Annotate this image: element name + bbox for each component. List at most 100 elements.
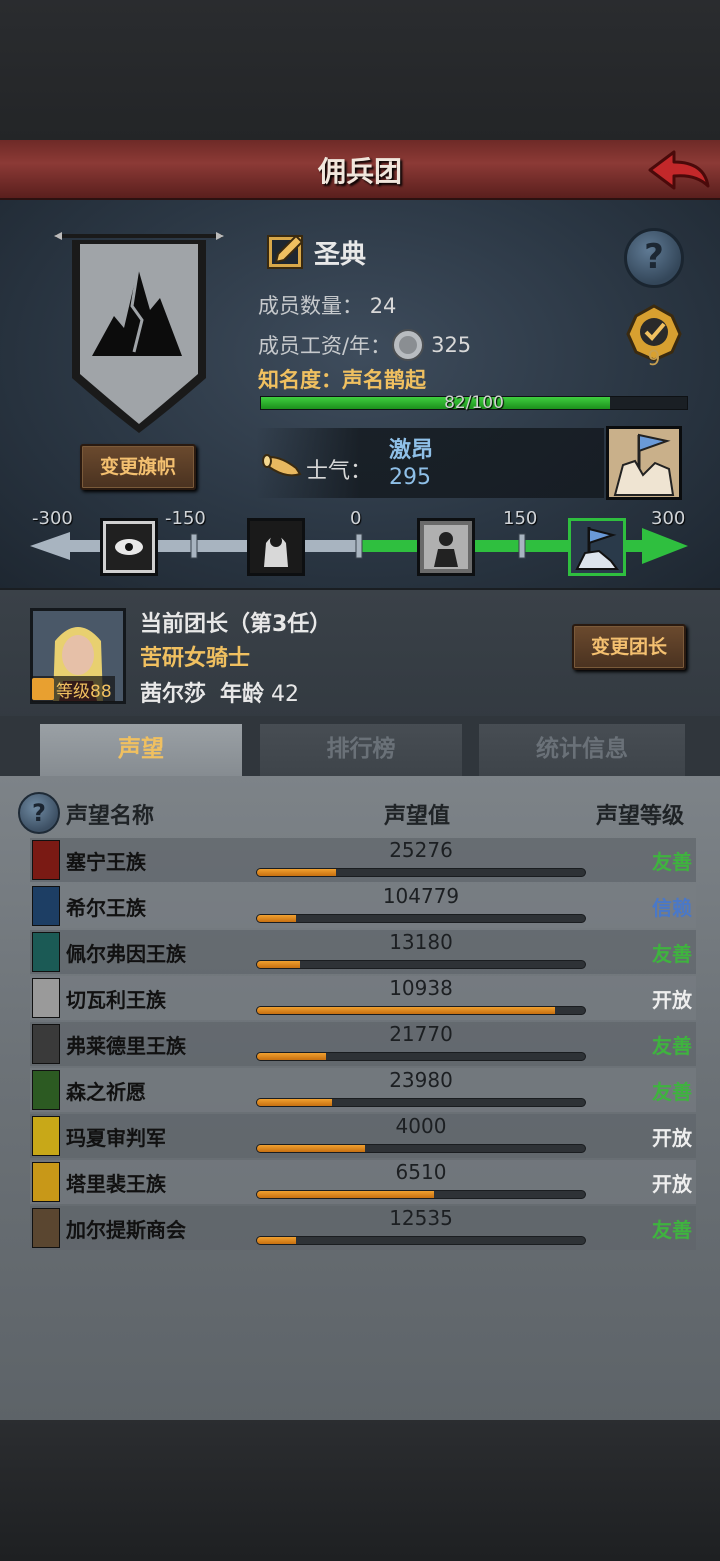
faction-crest-icon bbox=[32, 978, 60, 1018]
reputation-progress-fill bbox=[257, 1191, 435, 1198]
company-name: 圣典 bbox=[314, 239, 367, 270]
reputation-level: 友善 bbox=[652, 1218, 692, 1242]
wage-label: 成员工资/年： bbox=[258, 334, 392, 358]
faction-name: 森之祈愿 bbox=[66, 1080, 146, 1104]
change-banner-button[interactable]: 变更旗帜 bbox=[80, 444, 196, 490]
tab-ranking[interactable]: 排行榜 bbox=[260, 724, 462, 776]
morale-label: 士气： bbox=[306, 459, 373, 484]
wage-value: 325 bbox=[431, 333, 472, 357]
reputation-value: 13180 bbox=[389, 930, 453, 954]
reputation-value: 25276 bbox=[389, 838, 453, 862]
wage-stat: 成员工资/年： 325 bbox=[258, 328, 471, 362]
faction-name: 加尔提斯商会 bbox=[66, 1218, 186, 1242]
reputation-value: 12535 bbox=[389, 1206, 453, 1230]
reputation-progress-bar bbox=[256, 960, 586, 969]
table-row[interactable]: 希尔王族 104779 信赖 bbox=[30, 884, 696, 928]
members-label: 成员数量： bbox=[258, 294, 363, 318]
faction-crest-icon bbox=[32, 1162, 60, 1202]
faction-crest-icon bbox=[32, 1024, 60, 1064]
header-level: 声望等级 bbox=[596, 804, 685, 829]
faction-name: 弗莱德里王族 bbox=[66, 1034, 186, 1058]
faction-crest-icon bbox=[32, 932, 60, 972]
reputation-progress-fill bbox=[257, 1237, 297, 1244]
edit-name-icon[interactable] bbox=[266, 232, 306, 272]
members-value: 24 bbox=[369, 294, 397, 318]
leader-age: 42 bbox=[271, 682, 300, 707]
faction-crest-icon bbox=[32, 1070, 60, 1110]
fame-progress-bar: 82/100 bbox=[260, 393, 688, 413]
reputation-progress-bar bbox=[256, 1190, 586, 1199]
table-row[interactable]: 森之祈愿 23980 友善 bbox=[30, 1068, 696, 1112]
leader-title: 当前团长（第3任） bbox=[140, 612, 332, 637]
reputation-value: 21770 bbox=[389, 1022, 453, 1046]
top-backdrop bbox=[0, 0, 720, 140]
morale-portrait-icon[interactable] bbox=[606, 426, 682, 500]
reputation-progress-fill bbox=[257, 1053, 326, 1060]
page-title: 佣兵团 bbox=[317, 155, 402, 188]
leader-level-badge: 等级88 bbox=[32, 676, 115, 702]
faction-name: 玛夏审判军 bbox=[66, 1126, 166, 1150]
reputation-help-icon[interactable]: ? bbox=[18, 792, 60, 834]
table-row[interactable]: 塔里裴王族 6510 开放 bbox=[30, 1160, 696, 1204]
tab-statistics[interactable]: 统计信息 bbox=[479, 724, 685, 776]
level-icon bbox=[32, 678, 54, 700]
leader-class: 苦研女骑士 bbox=[140, 646, 251, 671]
reputation-value: 23980 bbox=[389, 1068, 453, 1092]
reputation-level: 开放 bbox=[652, 988, 692, 1012]
reputation-level: 友善 bbox=[652, 1080, 692, 1104]
table-row[interactable]: 玛夏审判军 4000 开放 bbox=[30, 1114, 696, 1158]
reputation-progress-fill bbox=[257, 1099, 333, 1106]
table-row[interactable]: 切瓦利王族 10938 开放 bbox=[30, 976, 696, 1020]
reputation-progress-bar bbox=[256, 914, 586, 923]
leader-level: 等级88 bbox=[56, 681, 112, 702]
reputation-progress-fill bbox=[257, 1007, 556, 1014]
reputation-progress-bar bbox=[256, 1006, 586, 1015]
faction-name: 塔里裴王族 bbox=[66, 1172, 166, 1196]
reputation-level: 开放 bbox=[652, 1126, 692, 1150]
change-leader-button[interactable]: 变更团长 bbox=[572, 624, 686, 670]
table-row[interactable]: 弗莱德里王族 21770 友善 bbox=[30, 1022, 696, 1066]
reputation-level: 友善 bbox=[652, 1034, 692, 1058]
reputation-value: 4000 bbox=[395, 1114, 447, 1138]
reputation-progress-bar bbox=[256, 1236, 586, 1245]
tab-reputation[interactable]: 声望 bbox=[40, 724, 242, 776]
header-value: 声望值 bbox=[384, 804, 451, 829]
table-row[interactable]: 加尔提斯商会 12535 友善 bbox=[30, 1206, 696, 1250]
table-row[interactable]: 佩尔弗因王族 13180 友善 bbox=[30, 930, 696, 974]
reputation-progress-bar bbox=[256, 868, 586, 877]
leader-name: 茜尔莎 bbox=[140, 682, 207, 707]
header-name: 声望名称 bbox=[66, 804, 155, 829]
reputation-value: 104779 bbox=[382, 884, 460, 908]
back-arrow-icon[interactable] bbox=[644, 146, 712, 194]
rank-number: 9 bbox=[647, 346, 661, 370]
title-bar: 佣兵团 bbox=[0, 140, 720, 200]
leader-age-label: 年龄 bbox=[220, 682, 265, 707]
reputation-progress-bar bbox=[256, 1144, 586, 1153]
fame-stat: 知名度：声名鹊起 bbox=[258, 364, 426, 394]
reputation-level: 信赖 bbox=[652, 896, 692, 920]
reputation-progress-fill bbox=[257, 1145, 366, 1152]
madness-eye-icon bbox=[100, 518, 158, 576]
faction-name: 切瓦利王族 bbox=[66, 988, 166, 1012]
horn-icon bbox=[262, 454, 302, 477]
reputation-progress-fill bbox=[257, 961, 300, 968]
faction-crest-icon bbox=[32, 1208, 60, 1248]
reputation-progress-fill bbox=[257, 869, 336, 876]
company-name-row: 圣典 bbox=[266, 232, 366, 272]
fame-label: 知名度： bbox=[258, 368, 342, 392]
reputation-progress-bar bbox=[256, 1052, 586, 1061]
reputation-progress-fill bbox=[257, 915, 297, 922]
leader-info: 茜尔莎 年龄 42 bbox=[140, 676, 299, 708]
despair-icon bbox=[247, 518, 305, 576]
table-row[interactable]: 塞宁王族 25276 友善 bbox=[30, 838, 696, 882]
fame-progress-text: 82/100 bbox=[444, 393, 504, 413]
high-morale-flag-icon bbox=[568, 518, 626, 576]
faction-crest-icon bbox=[32, 840, 60, 880]
faction-crest-icon bbox=[32, 886, 60, 926]
silver-coin-icon bbox=[392, 329, 425, 361]
calm-figure-icon bbox=[417, 518, 475, 576]
reputation-value: 10938 bbox=[389, 976, 453, 1000]
morale-value: 295 bbox=[389, 465, 431, 490]
morale-state: 激昂 bbox=[389, 438, 434, 463]
help-icon[interactable]: ? bbox=[624, 228, 684, 288]
